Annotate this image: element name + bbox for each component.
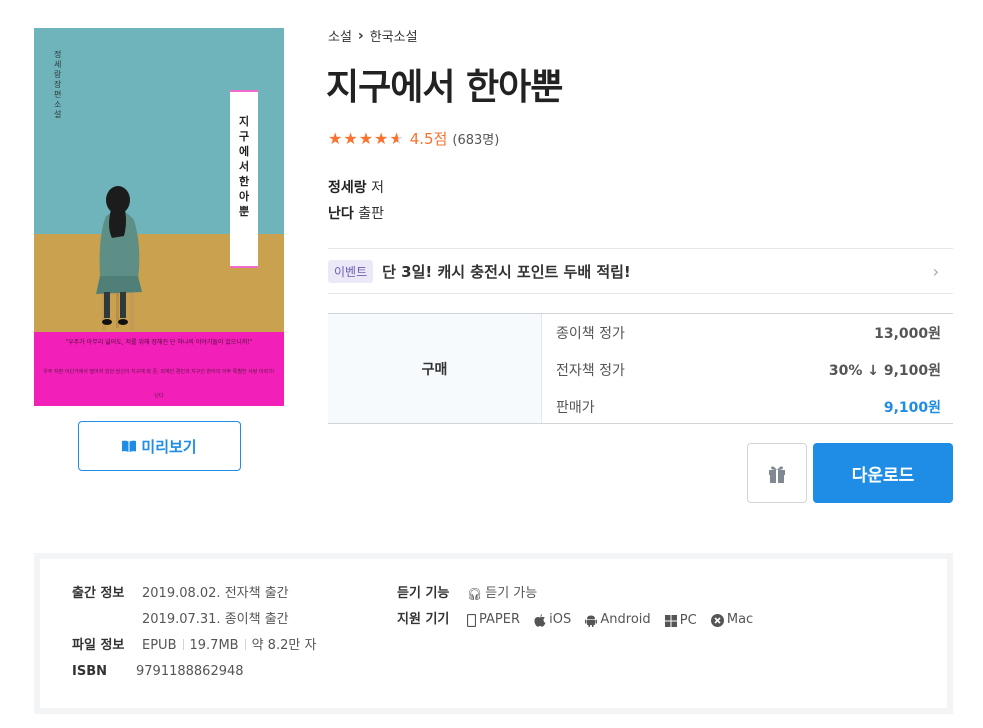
price-row-paper: 종이책 정가 13,000원 xyxy=(542,314,953,351)
price-label: 판매가 xyxy=(556,399,595,416)
download-button[interactable]: 다운로드 xyxy=(813,443,953,503)
star-icon: ★ xyxy=(343,129,359,148)
price-header: 구매 xyxy=(328,314,542,423)
breadcrumb-category[interactable]: 소설 xyxy=(328,26,352,45)
file-size: 19.7MB xyxy=(189,638,239,653)
device-label: Mac xyxy=(726,612,754,627)
file-values: EPUB 19.7MB 약 8.2만 자 xyxy=(142,633,316,659)
star-icon: ★ xyxy=(358,129,375,148)
release-label: 출간 정보 xyxy=(72,586,125,601)
isbn-label: ISBN xyxy=(72,664,107,679)
rating-count: (683명) xyxy=(452,133,500,148)
star-half-icon: ★ xyxy=(389,129,405,148)
breadcrumb-subcategory[interactable]: 한국소설 xyxy=(370,26,418,45)
book-title: 지구에서 한아뿐 xyxy=(326,67,563,108)
release-info: 출간 정보 2019.08.02. 전자책 출간 2019.07.31. 종이책… xyxy=(72,581,316,633)
price-label: 종이책 정가 xyxy=(556,325,625,342)
chevron-right-icon: › xyxy=(357,27,364,44)
file-label: 파일 정보 xyxy=(72,638,125,653)
publisher-line: 난다 출판 xyxy=(328,201,384,227)
preview-button[interactable]: 미리보기 xyxy=(78,421,241,471)
device-label: iOS xyxy=(549,612,572,627)
event-text: 단 3일! 캐시 충전시 포인트 두배 적립! xyxy=(382,262,631,281)
publisher-suffix: 출판 xyxy=(358,206,384,222)
rating: ★★★★★ 4.5점 (683명) xyxy=(328,128,499,149)
price-label: 전자책 정가 xyxy=(556,362,625,379)
listen-value: 듣기 가능 xyxy=(485,586,538,601)
breadcrumb: 소설 › 한국소설 xyxy=(328,26,418,46)
book-open-icon xyxy=(122,440,137,452)
book-meta-box: 출간 정보 2019.08.02. 전자책 출간 2019.07.31. 종이책… xyxy=(34,553,953,714)
rating-score: 4.5점 xyxy=(409,130,448,148)
author-name[interactable]: 정세랑 xyxy=(328,180,367,196)
headphones-icon: 🎧︎ xyxy=(467,587,483,601)
device-paper: PAPER xyxy=(467,607,520,633)
android-icon xyxy=(585,615,598,627)
event-banner[interactable]: 이벤트 단 3일! 캐시 충전시 포인트 두배 적립! › xyxy=(328,248,953,294)
cover-title-text: 지구에서 한아뿐 xyxy=(238,115,250,218)
device-pc: PC xyxy=(664,608,697,634)
devices-list: PAPER iOS Android PC Mac xyxy=(467,607,763,637)
device-mac: Mac xyxy=(710,607,754,633)
meta-left-column: 출간 정보 2019.08.02. 전자책 출간 2019.07.31. 종이책… xyxy=(72,581,316,685)
listen-info: 듣기 기능 🎧︎ 듣기 가능 xyxy=(397,581,763,607)
price-rows: 종이책 정가 13,000원 전자책 정가 30% ↓ 9,100원 판매가 9… xyxy=(542,314,953,423)
paper-device-icon xyxy=(467,613,476,627)
windows-icon xyxy=(664,614,677,627)
cover-publisher-mark: 난다 xyxy=(154,393,164,399)
release-ebook: 2019.08.02. 전자책 출간 xyxy=(142,586,289,601)
event-badge: 이벤트 xyxy=(328,259,374,283)
cover-author-text: 정세랑 장편소설 xyxy=(54,50,62,119)
rating-stars: ★★★★★ xyxy=(328,129,405,148)
release-paper: 2019.07.31. 종이책 출간 xyxy=(142,612,289,627)
device-label: PAPER xyxy=(479,612,520,627)
meta-right-column: 듣기 기능 🎧︎ 듣기 가능 지원 기기 PAPER iOS Android P… xyxy=(397,581,763,637)
sale-price-value: 9,100원 xyxy=(883,399,941,416)
isbn-value: 9791188862948 xyxy=(136,664,244,679)
device-label: Android xyxy=(600,612,651,627)
star-icon: ★ xyxy=(328,129,344,148)
listen-value-wrap: 🎧︎ 듣기 가능 xyxy=(467,581,537,607)
file-info: 파일 정보 EPUB 19.7MB 약 8.2만 자 xyxy=(72,633,316,659)
price-row-ebook: 전자책 정가 30% ↓ 9,100원 xyxy=(542,351,953,388)
devices-info: 지원 기기 PAPER iOS Android PC Mac xyxy=(397,607,763,637)
preview-label: 미리보기 xyxy=(141,437,197,456)
device-ios: iOS xyxy=(534,607,571,633)
divider xyxy=(244,639,246,650)
devices-label: 지원 기기 xyxy=(397,612,450,627)
release-values: 2019.08.02. 전자책 출간 2019.07.31. 종이책 출간 xyxy=(142,581,289,633)
seated-woman-illustration xyxy=(96,186,142,330)
price-row-sale: 판매가 9,100원 xyxy=(542,388,953,425)
cover-description: 우주 저편 어딘가에서 떨어져 있던 당신이 지구에 와 준, 외계인 경민과 … xyxy=(43,369,275,375)
cover-quote: "우주가 아무리 넓어도, 저를 위해 정해진 단 하나의 이야기들이 있으니까… xyxy=(65,339,253,346)
book-cover[interactable]: 정세랑 장편소설 지구에서 한아뿐 "우주가 아무리 넓어도, 저를 위해 정해… xyxy=(34,28,284,406)
file-format: EPUB xyxy=(142,638,177,653)
chevron-right-icon: › xyxy=(932,262,939,281)
cover-title-card: 지구에서 한아뿐 xyxy=(230,90,258,268)
isbn-info: ISBN 9791188862948 xyxy=(72,659,316,685)
mac-os-x-icon xyxy=(710,613,724,627)
price-table: 구매 종이책 정가 13,000원 전자책 정가 30% ↓ 9,100원 판매… xyxy=(328,313,953,424)
author-suffix: 저 xyxy=(371,180,384,196)
divider xyxy=(182,639,184,650)
device-label: PC xyxy=(679,612,697,628)
price-value: 13,000원 xyxy=(874,325,941,342)
gift-button[interactable] xyxy=(747,443,807,503)
price-value: 30% ↓ 9,100원 xyxy=(828,362,941,379)
star-icon: ★ xyxy=(374,129,390,148)
gift-icon xyxy=(769,466,785,483)
apple-icon xyxy=(534,613,546,627)
listen-label: 듣기 기능 xyxy=(397,586,450,601)
publisher-name[interactable]: 난다 xyxy=(328,206,354,222)
author-line: 정세랑 저 xyxy=(328,175,384,201)
file-length: 약 8.2만 자 xyxy=(251,638,317,653)
device-android: Android xyxy=(585,607,651,633)
credits: 정세랑 저 난다 출판 xyxy=(328,175,384,227)
